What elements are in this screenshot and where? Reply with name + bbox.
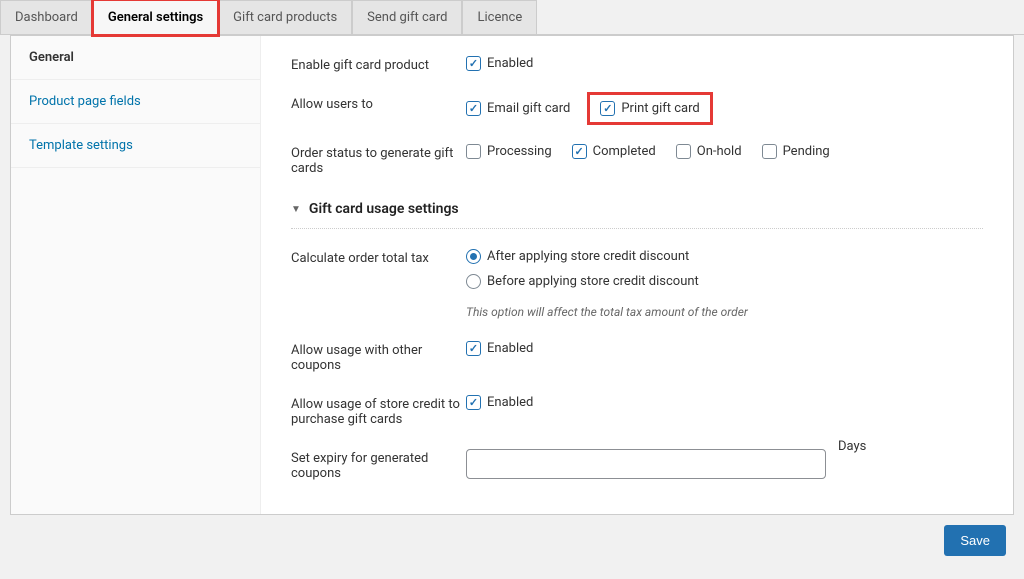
- checkbox-email-gift-card[interactable]: [466, 101, 481, 116]
- checkbox-store-credit-wrap: Enabled: [466, 395, 533, 410]
- tab-general-settings[interactable]: General settings: [93, 0, 218, 34]
- row-expiry: Set expiry for generated coupons Days: [291, 449, 983, 481]
- label-other-coupons: Allow usage with other coupons: [291, 341, 466, 373]
- footer: Save: [0, 515, 1024, 566]
- checkbox-processing-label: Processing: [487, 144, 552, 159]
- label-allow-users: Allow users to: [291, 95, 466, 112]
- row-enable-product: Enable gift card product Enabled: [291, 56, 983, 73]
- settings-container: General Product page fields Template set…: [10, 35, 1014, 515]
- checkbox-onhold-label: On-hold: [697, 144, 742, 159]
- sidebar: General Product page fields Template set…: [11, 36, 261, 514]
- label-order-status: Order status to generate gift cards: [291, 144, 466, 176]
- row-order-status: Order status to generate gift cards Proc…: [291, 144, 983, 176]
- label-calc-tax: Calculate order total tax: [291, 249, 466, 266]
- checkbox-enabled-wrap: Enabled: [466, 56, 533, 71]
- checkbox-completed-label: Completed: [593, 144, 656, 159]
- label-expiry: Set expiry for generated coupons: [291, 449, 466, 481]
- checkbox-email-label: Email gift card: [487, 101, 570, 116]
- checkbox-pending-wrap: Pending: [762, 144, 830, 159]
- label-enable-product: Enable gift card product: [291, 56, 466, 73]
- checkbox-other-coupons-label: Enabled: [487, 341, 533, 356]
- row-other-coupons: Allow usage with other coupons Enabled: [291, 341, 983, 373]
- checkbox-processing-wrap: Processing: [466, 144, 552, 159]
- checkbox-email-wrap: Email gift card: [466, 101, 570, 116]
- section-usage-header[interactable]: ▼ Gift card usage settings: [291, 201, 983, 223]
- checkbox-enabled-label: Enabled: [487, 56, 533, 71]
- triangle-icon: ▼: [291, 204, 301, 215]
- tabs-bar: Dashboard General settings Gift card pro…: [0, 0, 1024, 35]
- tab-send-gift-card[interactable]: Send gift card: [352, 0, 462, 34]
- checkbox-other-coupons-wrap: Enabled: [466, 341, 533, 356]
- checkbox-completed-wrap: Completed: [572, 144, 656, 159]
- sidebar-item-general[interactable]: General: [11, 36, 260, 80]
- tab-dashboard[interactable]: Dashboard: [0, 0, 93, 34]
- tab-gift-card-products[interactable]: Gift card products: [218, 0, 352, 34]
- main-panel: Enable gift card product Enabled Allow u…: [261, 36, 1013, 514]
- section-usage-title: Gift card usage settings: [309, 201, 459, 217]
- radio-after-label: After applying store credit discount: [487, 249, 689, 264]
- row-store-credit: Allow usage of store credit to purchase …: [291, 395, 983, 427]
- row-allow-users: Allow users to Email gift card Print gif…: [291, 95, 983, 122]
- label-store-credit: Allow usage of store credit to purchase …: [291, 395, 466, 427]
- radio-before-wrap: Before applying store credit discount: [466, 274, 748, 289]
- checkbox-processing[interactable]: [466, 144, 481, 159]
- tab-licence[interactable]: Licence: [462, 0, 537, 34]
- radio-before[interactable]: [466, 274, 481, 289]
- checkbox-completed[interactable]: [572, 144, 587, 159]
- radio-after[interactable]: [466, 249, 481, 264]
- radio-before-label: Before applying store credit discount: [487, 274, 699, 289]
- section-divider: [291, 228, 983, 229]
- radio-group-tax: After applying store credit discount Bef…: [466, 249, 748, 319]
- input-expiry-days[interactable]: [466, 449, 826, 479]
- radio-after-wrap: After applying store credit discount: [466, 249, 748, 264]
- checkbox-onhold[interactable]: [676, 144, 691, 159]
- checkbox-store-credit-label: Enabled: [487, 395, 533, 410]
- checkbox-store-credit[interactable]: [466, 395, 481, 410]
- checkbox-other-coupons[interactable]: [466, 341, 481, 356]
- checkbox-pending-label: Pending: [783, 144, 830, 159]
- calc-tax-help: This option will affect the total tax am…: [466, 305, 748, 319]
- checkbox-onhold-wrap: On-hold: [676, 144, 742, 159]
- checkbox-print-wrap: Print gift card: [590, 95, 709, 122]
- sidebar-item-product-page-fields[interactable]: Product page fields: [11, 80, 260, 124]
- checkbox-pending[interactable]: [762, 144, 777, 159]
- checkbox-print-label: Print gift card: [621, 101, 699, 116]
- row-calc-tax: Calculate order total tax After applying…: [291, 249, 983, 319]
- label-days-unit: Days: [838, 439, 866, 454]
- save-button[interactable]: Save: [944, 525, 1006, 556]
- sidebar-item-template-settings[interactable]: Template settings: [11, 124, 260, 168]
- checkbox-print-gift-card[interactable]: [600, 101, 615, 116]
- checkbox-enabled[interactable]: [466, 56, 481, 71]
